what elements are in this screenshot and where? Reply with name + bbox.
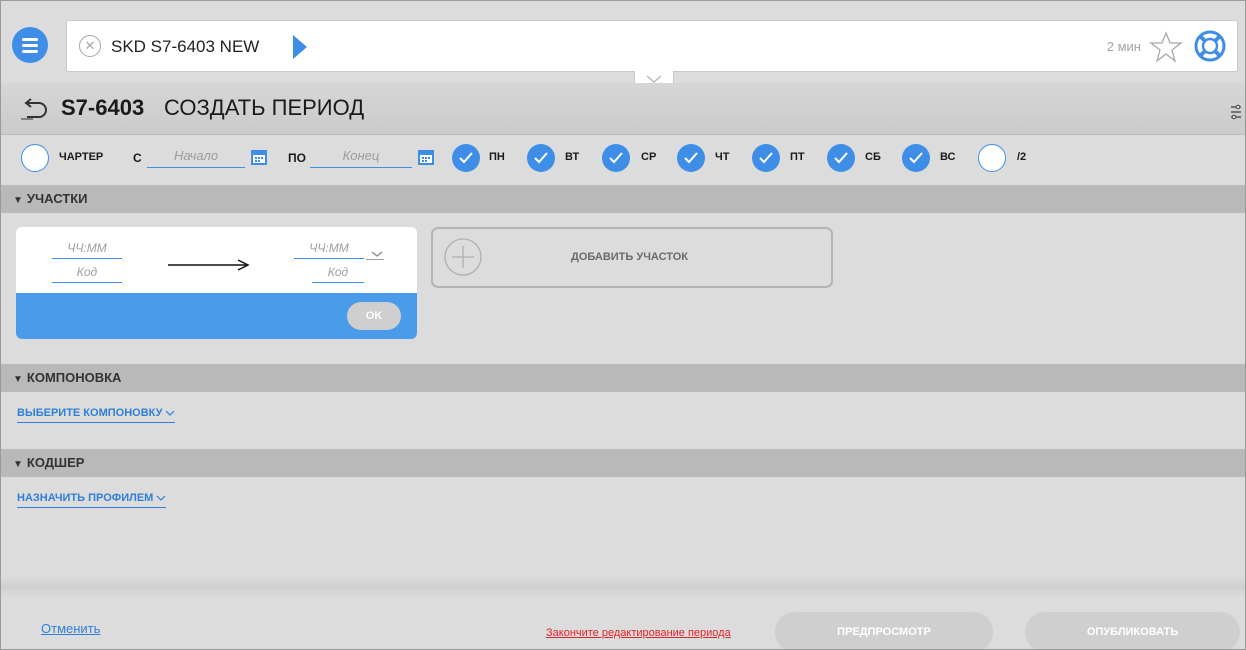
segment-editor-card: ЧЧ:ММ Код ЧЧ:ММ Код OK <box>16 227 417 339</box>
footer-bar: Отменить Закончите редактирование период… <box>1 589 1245 649</box>
collapse-triangle-icon: ▼ <box>13 374 23 385</box>
tuesday-checkbox[interactable] <box>527 144 555 172</box>
play-arrow-icon[interactable] <box>293 35 307 59</box>
collapse-triangle-icon: ▼ <box>13 459 23 470</box>
section-title: УЧАСТКИ <box>26 191 88 206</box>
close-icon[interactable]: ✕ <box>79 35 101 57</box>
arrival-time-input[interactable]: ЧЧ:ММ <box>294 237 364 259</box>
monday-checkbox[interactable] <box>452 144 480 172</box>
back-arrow-icon[interactable] <box>19 97 49 121</box>
chevron-down-icon <box>166 410 175 416</box>
arrow-right-icon <box>168 259 250 271</box>
from-label: С <box>133 151 142 165</box>
app-window: ✕ SKD S7-6403 NEW 2 мин S7-6403 СОЗДАТЬ … <box>0 0 1246 650</box>
cancel-link[interactable]: Отменить <box>41 621 100 636</box>
day-label: СР <box>641 151 657 163</box>
codeshare-dropdown-label: НАЗНАЧИТЬ ПРОФИЛЕМ <box>17 492 154 504</box>
charter-checkbox[interactable] <box>21 144 49 172</box>
ok-button[interactable]: OK <box>347 302 401 330</box>
day-label: /2 <box>1017 151 1027 163</box>
arrival-code-input[interactable]: Код <box>312 261 364 283</box>
finish-editing-warning[interactable]: Закончите редактирование периода <box>546 627 731 639</box>
chevron-down-icon <box>156 495 166 501</box>
flight-code: S7-6403 <box>61 95 145 120</box>
divider <box>1 576 1245 589</box>
end-date-input[interactable]: Конец <box>310 146 412 168</box>
day-label: СБ <box>865 151 881 163</box>
section-title: КОДШЕР <box>26 455 85 470</box>
section-segments-header[interactable]: ▼ УЧАСТКИ <box>1 185 1245 213</box>
dropdown-underline <box>366 259 384 260</box>
settings-sliders-icon[interactable] <box>1229 101 1243 123</box>
title-row: S7-6403 СОЗДАТЬ ПЕРИОД <box>1 83 1245 135</box>
calendar-icon[interactable] <box>417 148 435 166</box>
chevron-down-icon[interactable] <box>370 249 384 259</box>
preview-button[interactable]: ПРЕДПРОСМОТР <box>775 612 993 649</box>
departure-code-input[interactable]: Код <box>52 261 122 283</box>
menu-button[interactable] <box>12 27 48 63</box>
layout-dropdown[interactable]: ВЫБЕРИТЕ КОМПОНОВКУ <box>17 407 176 423</box>
charter-label: ЧАРТЕР <box>59 151 104 163</box>
add-segment-label: ДОБАВИТЬ УЧАСТОК <box>571 251 688 263</box>
plus-icon <box>444 238 482 276</box>
collapse-triangle-icon: ▼ <box>13 195 23 206</box>
top-bar: ✕ SKD S7-6403 NEW 2 мин <box>1 1 1245 91</box>
day-label: ВТ <box>565 151 580 163</box>
section-layout-header[interactable]: ▼ КОМПОНОВКА <box>1 364 1245 392</box>
publish-button[interactable]: ОПУБЛИКОВАТЬ <box>1025 612 1240 649</box>
last-saved-time: 2 мин <box>1106 39 1141 54</box>
friday-checkbox[interactable] <box>752 144 780 172</box>
day-label: ПТ <box>790 151 805 163</box>
wednesday-checkbox[interactable] <box>602 144 630 172</box>
star-icon[interactable] <box>1149 30 1183 64</box>
codeshare-dropdown[interactable]: НАЗНАЧИТЬ ПРОФИЛЕМ <box>17 492 167 508</box>
document-tab[interactable]: ✕ SKD S7-6403 NEW 2 мин <box>66 20 1238 72</box>
tab-title: SKD S7-6403 NEW <box>111 37 260 56</box>
start-date-input[interactable]: Начало <box>147 146 245 168</box>
biweekly-checkbox[interactable] <box>978 144 1006 172</box>
layout-dropdown-label: ВЫБЕРИТЕ КОМПОНОВКУ <box>17 407 163 419</box>
section-title: КОМПОНОВКА <box>26 370 122 385</box>
day-label: ЧТ <box>715 151 730 163</box>
day-label: ВС <box>940 151 956 163</box>
departure-time-input[interactable]: ЧЧ:ММ <box>52 237 122 259</box>
sunday-checkbox[interactable] <box>902 144 930 172</box>
add-segment-button[interactable]: ДОБАВИТЬ УЧАСТОК <box>431 227 833 288</box>
to-label: ПО <box>288 151 306 165</box>
section-codeshare-header[interactable]: ▼ КОДШЕР <box>1 449 1245 477</box>
period-settings-row: ЧАРТЕР С Начало ПО Конец ПН ВТ СР ЧТ ПТ … <box>1 136 1245 182</box>
segment-card-footer: OK <box>16 293 417 339</box>
day-label: ПН <box>489 151 505 163</box>
thursday-checkbox[interactable] <box>677 144 705 172</box>
page-title: СОЗДАТЬ ПЕРИОД <box>164 95 365 120</box>
calendar-icon[interactable] <box>250 148 268 166</box>
saturday-checkbox[interactable] <box>827 144 855 172</box>
help-lifebuoy-icon[interactable] <box>1193 29 1227 63</box>
